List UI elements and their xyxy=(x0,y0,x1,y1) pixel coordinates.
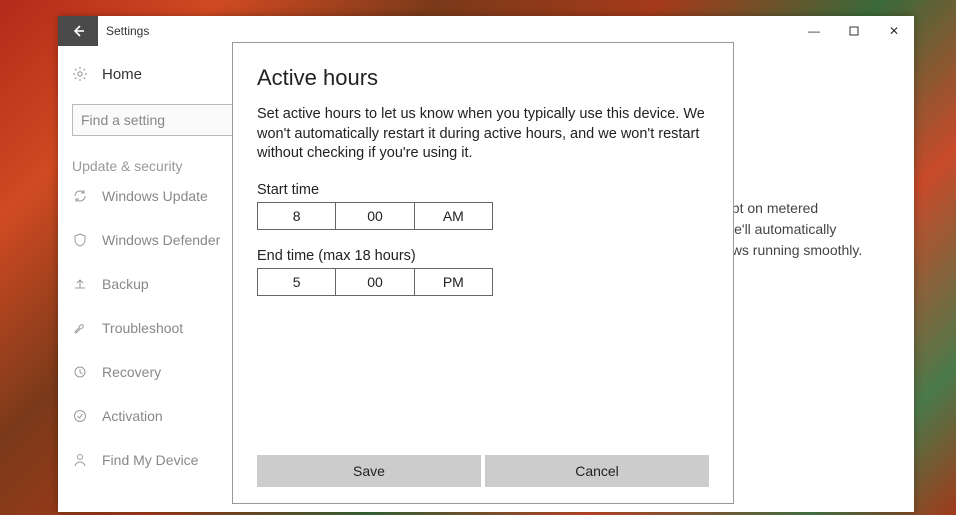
close-button[interactable]: ✕ xyxy=(874,16,914,46)
dialog-body: Active hours Set active hours to let us … xyxy=(233,43,733,449)
save-button[interactable]: Save xyxy=(257,455,481,487)
bg-line: ept on metered xyxy=(724,198,862,219)
sidebar-item-label: Activation xyxy=(102,408,163,424)
person-icon xyxy=(72,452,88,468)
maximize-button[interactable] xyxy=(834,16,874,46)
window-controls: — ✕ xyxy=(794,16,914,46)
sidebar-item-label: Backup xyxy=(102,276,149,292)
recovery-icon xyxy=(72,364,88,380)
activation-icon xyxy=(72,408,88,424)
home-label: Home xyxy=(102,66,142,83)
start-minute-cell[interactable]: 00 xyxy=(336,203,414,229)
bg-line: we'll automatically xyxy=(724,219,862,240)
active-hours-dialog: Active hours Set active hours to let us … xyxy=(232,42,734,504)
shield-icon xyxy=(72,232,88,248)
end-time-label: End time (max 18 hours) xyxy=(257,248,709,264)
arrow-left-icon xyxy=(70,23,86,39)
cancel-button[interactable]: Cancel xyxy=(485,455,709,487)
sidebar-item-label: Troubleshoot xyxy=(102,320,183,336)
bg-line: ows running smoothly. xyxy=(724,240,862,261)
minimize-icon: — xyxy=(808,24,820,38)
dialog-description: Set active hours to let us know when you… xyxy=(257,105,709,164)
dialog-buttons: Save Cancel xyxy=(257,455,709,487)
end-hour-cell[interactable]: 5 xyxy=(258,269,336,295)
end-minute-cell[interactable]: 00 xyxy=(336,269,414,295)
close-icon: ✕ xyxy=(889,24,899,38)
sync-icon xyxy=(72,188,88,204)
sidebar-item-label: Find My Device xyxy=(102,452,198,468)
wrench-icon xyxy=(72,320,88,336)
window-title: Settings xyxy=(106,24,149,38)
start-ampm-cell[interactable]: AM xyxy=(415,203,492,229)
sidebar-item-label: Windows Update xyxy=(102,188,208,204)
start-time-label: Start time xyxy=(257,182,709,198)
back-button[interactable] xyxy=(58,16,98,46)
gear-icon xyxy=(72,66,88,82)
dialog-title: Active hours xyxy=(257,65,709,91)
minimize-button[interactable]: — xyxy=(794,16,834,46)
search-input[interactable]: Find a setting xyxy=(72,104,234,136)
start-hour-cell[interactable]: 8 xyxy=(258,203,336,229)
start-time-picker[interactable]: 8 00 AM xyxy=(257,202,493,230)
sidebar-item-label: Windows Defender xyxy=(102,232,220,248)
maximize-icon xyxy=(849,26,859,36)
end-ampm-cell[interactable]: PM xyxy=(415,269,492,295)
sidebar-item-label: Recovery xyxy=(102,364,161,380)
backup-icon xyxy=(72,276,88,292)
background-text: ept on metered we'll automatically ows r… xyxy=(724,198,862,261)
search-placeholder: Find a setting xyxy=(81,112,165,128)
end-time-picker[interactable]: 5 00 PM xyxy=(257,268,493,296)
